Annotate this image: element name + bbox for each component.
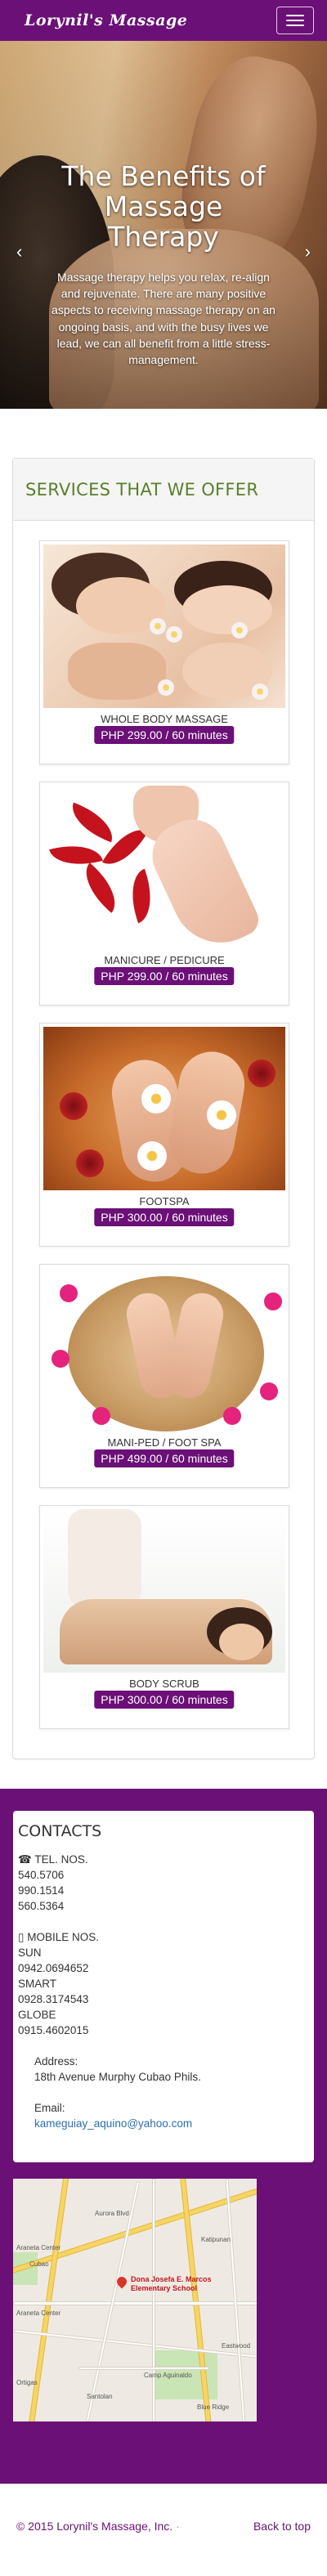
service-price-badge: PHP 300.00 / 60 minutes [94,1208,235,1226]
brand-logo[interactable]: Lorynil's Massage [25,11,187,29]
map-label: Blue Ridge [197,2404,230,2411]
service-image [43,544,285,708]
service-name: MANI-PED / FOOT SPA [107,1436,222,1449]
hamburger-icon [286,20,304,21]
tel-label: TEL. NOS. [34,1853,88,1866]
carousel-prev-icon[interactable]: ‹ [16,241,22,262]
menu-toggle-button[interactable] [276,7,314,34]
map-pin-label: Dona Josefa E. Marcos Elementary School [131,2275,212,2292]
hamburger-icon [286,15,304,16]
service-image [43,1509,285,1673]
mobile-label: MOBILE NOS. [27,1931,99,1943]
service-image [43,1268,285,1431]
services-heading: SERVICES THAT WE OFFER [25,480,259,500]
location-map[interactable]: Aurora Blvd Araneta Center Cubao Araneta… [13,2179,257,2421]
map-label: Araneta Center [16,2244,61,2251]
carrier-label: SUN [18,1947,42,1959]
service-price-badge: PHP 299.00 / 60 minutes [94,726,235,744]
email-label: Email: [34,2102,65,2114]
map-label: Santolan [87,2393,113,2400]
service-image [43,786,285,949]
hero-carousel: ‹ › The Benefits of Massage Therapy Mass… [0,41,327,409]
service-card: WHOLE BODY MASSAGE PHP 299.00 / 60 minut… [39,540,289,764]
phone-icon: ☎ [18,1853,32,1866]
service-price-badge: PHP 300.00 / 60 minutes [94,1691,235,1709]
service-name: BODY SCRUB [129,1678,199,1690]
services-panel: SERVICES THAT WE OFFER WHOLE BODY MASSAG… [12,458,315,1759]
carrier-label: GLOBE [18,2009,56,2021]
footer: © 2015 Lorynil's Massage, Inc. · Back to… [0,2484,327,2576]
map-label: Cubao [29,2260,49,2268]
service-card: FOOTSPA PHP 300.00 / 60 minutes [39,1023,289,1247]
footer-separator: · [176,2520,180,2533]
service-name: WHOLE BODY MASSAGE [101,713,228,725]
map-label: Eastwood [222,2342,251,2350]
carousel-caption: The Benefits of Massage Therapy Massage … [49,160,278,369]
carousel-next-icon[interactable]: › [305,241,311,262]
service-price-badge: PHP 299.00 / 60 minutes [94,967,235,985]
tel-number: 990.1514 [18,1884,65,1897]
map-label: Araneta Center [16,2309,61,2317]
service-card: BODY SCRUB PHP 300.00 / 60 minutes [39,1505,289,1729]
service-card: MANICURE / PEDICURE PHP 299.00 / 60 minu… [39,782,289,1006]
hamburger-icon [286,25,304,26]
services-header: SERVICES THAT WE OFFER [13,459,314,521]
service-name: MANICURE / PEDICURE [104,954,225,966]
navbar: Lorynil's Massage [0,0,327,41]
service-image [43,1027,285,1190]
carousel-text: Massage therapy helps you relax, re-alig… [52,270,275,367]
address-label: Address: [34,2055,78,2068]
tel-number: 540.5706 [18,1869,65,1881]
carousel-title: The Benefits of Massage Therapy [61,160,266,253]
mobile-number: 0928.3174543 [18,1993,89,2005]
carrier-label: SMART [18,1978,57,1990]
contacts-card: CONTACTS ☎ TEL. NOS. 540.5706 990.1514 5… [13,1811,314,2162]
service-card: MANI-PED / FOOT SPA PHP 499.00 / 60 minu… [39,1264,289,1488]
back-to-top-link[interactable]: Back to top [253,2520,311,2576]
copyright-text: © 2015 Lorynil's Massage, Inc. [16,2520,173,2533]
tel-number: 560.5364 [18,1900,65,1912]
map-label: Ortigas [16,2379,38,2386]
email-link[interactable]: kameguiay_aquino@yahoo.com [34,2117,192,2130]
map-label: Aurora Blvd [95,2210,129,2217]
contacts-heading: CONTACTS [18,1822,102,1840]
service-price-badge: PHP 499.00 / 60 minutes [94,1449,235,1467]
map-label: Camp Aguinaldo [144,2372,192,2379]
service-name: FOOTSPA [139,1195,190,1207]
mobile-number: 0915.4602015 [18,2024,89,2036]
mobile-icon: ▯ [18,1931,25,1943]
mobile-number: 0942.0694652 [18,1962,89,1974]
map-label: Katipunan [201,2236,231,2243]
address-text: 18th Avenue Murphy Cubao Phils. [34,2071,201,2083]
